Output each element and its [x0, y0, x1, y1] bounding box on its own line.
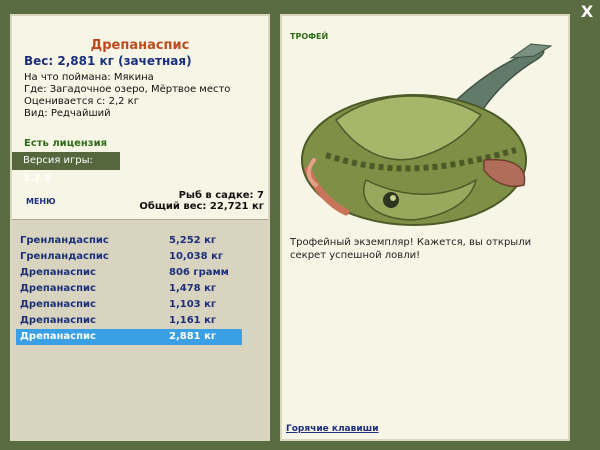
fish-name-title: Дрепанаспис — [90, 38, 190, 53]
list-item-weight: 10,038 кг — [169, 251, 224, 262]
list-item-weight: 1,103 кг — [169, 299, 217, 310]
list-item-name: Дрепанаспис — [20, 315, 96, 326]
list-item[interactable]: Дрепанаспис 1,161 кг — [16, 313, 242, 329]
app-window: X Дрепанаспис Вес: 2,881 кг (зачетная) Н… — [0, 0, 600, 450]
list-item-name: Дрепанаспис — [20, 283, 96, 294]
list-item-weight: 806 грамм — [169, 267, 229, 278]
catch-list: Гренландаспис 5,252 кг Гренландаспис 10,… — [12, 219, 268, 439]
location-info: Где: Загадочное озеро, Мёртвое место — [24, 84, 231, 95]
list-item-weight: 1,161 кг — [169, 315, 217, 326]
list-item-weight: 2,881 кг — [169, 331, 217, 342]
list-item-name: Дрепанаспис — [20, 267, 96, 278]
rating-info: Оценивается с: 2,2 кг — [24, 96, 139, 107]
close-button[interactable]: X — [578, 3, 596, 21]
fish-illustration — [301, 43, 553, 226]
menu-link[interactable]: МЕНЮ — [26, 197, 56, 206]
fish-weight: Вес: 2,881 кг (зачетная) — [24, 54, 192, 68]
list-item-weight: 1,478 кг — [169, 283, 217, 294]
list-item-selected[interactable]: Дрепанаспис 2,881 кг — [16, 329, 242, 345]
list-item[interactable]: Гренландаспис 5,252 кг — [16, 233, 242, 249]
hotkeys-link[interactable]: Горячие клавиши — [286, 424, 379, 434]
list-item[interactable]: Дрепанаспис 1,103 кг — [16, 297, 242, 313]
total-weight: Общий вес: 22,721 кг — [139, 201, 264, 212]
list-item-weight: 5,252 кг — [169, 235, 217, 246]
trophy-panel: ТРОФЕЙ Трофейный экземпляр! Кажется, вы … — [280, 14, 570, 441]
list-item[interactable]: Дрепанаспис 1,478 кг — [16, 281, 242, 297]
trophy-description: Трофейный экземпляр! Кажется, вы открыли… — [290, 237, 532, 261]
list-item-name: Дрепанаспис — [20, 299, 96, 310]
list-item[interactable]: Дрепанаспис 806 грамм — [16, 265, 242, 281]
list-item-name: Гренландаспис — [20, 251, 109, 262]
list-item-name: Дрепанаспис — [20, 331, 96, 342]
version-value: 3.7.6 — [23, 173, 52, 184]
bait-info: На что поймана: Мякина — [24, 72, 154, 83]
list-item[interactable]: Гренландаспис 10,038 кг — [16, 249, 242, 265]
version-label: Версия игры: — [23, 155, 93, 166]
version-badge: Версия игры: 3.7.6 — [12, 152, 120, 184]
fish-info-panel: Дрепанаспис Вес: 2,881 кг (зачетная) На … — [10, 14, 270, 441]
cage-count: Рыб в садке: 7 — [178, 190, 264, 201]
list-item-name: Гренландаспис — [20, 235, 109, 246]
species-info: Вид: Редчайший — [24, 108, 111, 119]
cage-summary: Рыб в садке: 7 Общий вес: 22,721 кг — [139, 190, 264, 212]
license-status: Есть лицензия — [24, 138, 108, 149]
